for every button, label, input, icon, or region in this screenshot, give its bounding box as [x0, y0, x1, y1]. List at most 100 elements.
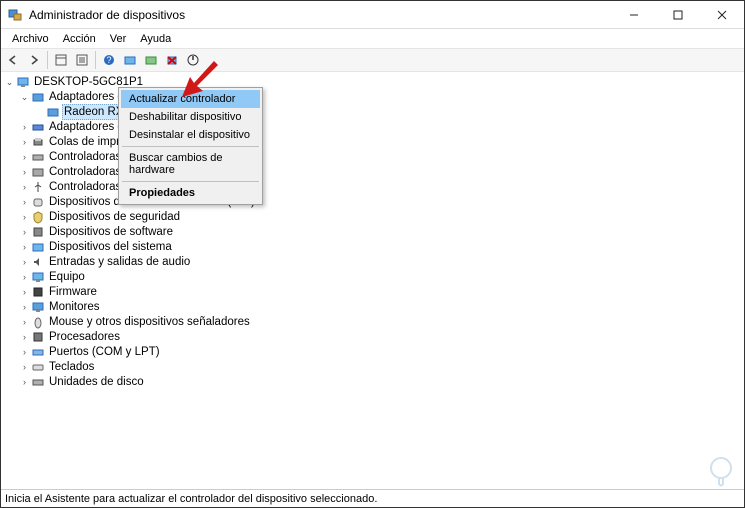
device-icon — [30, 269, 45, 284]
ctx-update-driver[interactable]: Actualizar controlador — [121, 90, 260, 108]
tree-item[interactable]: › Puertos (COM y LPT) — [4, 344, 744, 359]
tree-item-label: Puertos (COM y LPT) — [47, 345, 162, 359]
computer-icon — [15, 74, 30, 89]
expand-icon[interactable]: › — [19, 256, 30, 267]
tree-item-label: Dispositivos del sistema — [47, 240, 174, 254]
tree-item[interactable]: ›Controladoras d — [4, 179, 744, 194]
tree-item[interactable]: › Firmware — [4, 284, 744, 299]
tree-item-label: Firmware — [47, 285, 99, 299]
tree-item-label: Entradas y salidas de audio — [47, 255, 192, 269]
tree-item-label: Mouse y otros dispositivos señaladores — [47, 315, 252, 329]
device-icon — [30, 299, 45, 314]
tree-item[interactable]: › Mouse y otros dispositivos señaladores — [4, 314, 744, 329]
toolbar: ? — [1, 48, 744, 72]
device-icon — [30, 164, 45, 179]
expand-icon[interactable]: › — [19, 196, 30, 207]
ctx-properties[interactable]: Propiedades — [121, 184, 260, 202]
tree-item-radeon[interactable]: Radeon RX 5 — [4, 104, 744, 119]
tree-item[interactable]: ›Colas de impresi — [4, 134, 744, 149]
tree-item-label: Procesadores — [47, 330, 122, 344]
properties-button[interactable] — [72, 50, 92, 70]
menu-view[interactable]: Ver — [103, 31, 134, 47]
tree-item-label: Equipo — [47, 270, 87, 284]
expand-icon[interactable]: › — [19, 166, 30, 177]
expand-icon[interactable]: › — [19, 316, 30, 327]
tree-item[interactable]: › Procesadores — [4, 329, 744, 344]
window-title: Administrador de dispositivos — [29, 8, 612, 22]
expand-icon[interactable]: › — [19, 301, 30, 312]
expand-icon[interactable]: › — [19, 286, 30, 297]
tree-item[interactable]: › Entradas y salidas de audio — [4, 254, 744, 269]
expand-icon[interactable]: › — [19, 226, 30, 237]
show-hide-tree-button[interactable] — [51, 50, 71, 70]
expand-icon[interactable]: › — [19, 181, 30, 192]
tree-item-label: Dispositivos de seguridad — [47, 210, 182, 224]
device-icon — [30, 239, 45, 254]
tree-item[interactable]: › Unidades de disco — [4, 374, 744, 389]
tree-item-label: Teclados — [47, 360, 96, 374]
device-icon — [30, 329, 45, 344]
device-icon — [30, 134, 45, 149]
expand-icon[interactable]: › — [19, 151, 30, 162]
expand-icon[interactable]: › — [19, 331, 30, 342]
ctx-disable-device[interactable]: Deshabilitar dispositivo — [121, 108, 260, 126]
menu-file[interactable]: Archivo — [5, 31, 56, 47]
tree-root[interactable]: ⌄ DESKTOP-5GC81P1 — [4, 74, 744, 89]
tree-item[interactable]: ›Adaptadores de — [4, 119, 744, 134]
context-menu: Actualizar controlador Deshabilitar disp… — [118, 87, 263, 205]
tree-item[interactable]: › Equipo — [4, 269, 744, 284]
tree-item[interactable]: › Teclados — [4, 359, 744, 374]
menu-help[interactable]: Ayuda — [133, 31, 178, 47]
scan-hardware-button[interactable] — [120, 50, 140, 70]
uninstall-button[interactable] — [162, 50, 182, 70]
expand-icon[interactable]: › — [19, 346, 30, 357]
svg-text:?: ? — [106, 55, 111, 65]
tree-item[interactable]: ›Controladoras d — [4, 164, 744, 179]
tree-item-label: Monitores — [47, 300, 102, 314]
tree-item[interactable]: › Monitores — [4, 299, 744, 314]
tree-item-label: Dispositivos de software — [47, 225, 175, 239]
disable-button[interactable] — [183, 50, 203, 70]
expand-icon[interactable]: › — [19, 376, 30, 387]
close-button[interactable] — [700, 1, 744, 28]
forward-button[interactable] — [24, 50, 44, 70]
ctx-scan-hardware[interactable]: Buscar cambios de hardware — [121, 149, 260, 179]
tree-item-label: Unidades de disco — [47, 375, 146, 389]
tree-item[interactable]: › Dispositivos del sistema — [4, 239, 744, 254]
expand-icon[interactable]: ⌄ — [19, 91, 30, 102]
expand-icon[interactable]: ⌄ — [4, 76, 15, 87]
device-icon — [30, 344, 45, 359]
device-icon — [30, 374, 45, 389]
display-adapter-icon — [45, 104, 60, 119]
maximize-button[interactable] — [656, 1, 700, 28]
expand-icon[interactable]: › — [19, 121, 30, 132]
ctx-separator — [122, 146, 259, 147]
expand-icon[interactable]: › — [19, 241, 30, 252]
update-driver-button[interactable] — [141, 50, 161, 70]
tree-item[interactable]: ›Controladoras A — [4, 149, 744, 164]
ctx-uninstall-device[interactable]: Desinstalar el dispositivo — [121, 126, 260, 144]
tree-item-display-adapters[interactable]: ⌄ Adaptadores de pantalla — [4, 89, 744, 104]
help-button[interactable]: ? — [99, 50, 119, 70]
expand-icon[interactable]: › — [19, 136, 30, 147]
ctx-separator — [122, 181, 259, 182]
expand-icon[interactable]: › — [19, 211, 30, 222]
status-text: Inicia el Asistente para actualizar el c… — [5, 493, 377, 505]
back-button[interactable] — [3, 50, 23, 70]
status-bar: Inicia el Asistente para actualizar el c… — [1, 489, 744, 507]
device-icon — [30, 119, 45, 134]
device-icon — [30, 149, 45, 164]
device-icon — [30, 179, 45, 194]
menu-action[interactable]: Acción — [56, 31, 103, 47]
device-icon — [30, 359, 45, 374]
tree-item[interactable]: › Dispositivos de seguridad — [4, 209, 744, 224]
minimize-button[interactable] — [612, 1, 656, 28]
device-tree: ⌄ DESKTOP-5GC81P1 ⌄ Adaptadores de panta… — [1, 72, 744, 389]
display-adapter-icon — [30, 89, 45, 104]
tree-item[interactable]: ›Dispositivos de interfaz de usuario (HI… — [4, 194, 744, 209]
device-icon — [30, 194, 45, 209]
expand-icon[interactable]: › — [19, 271, 30, 282]
expand-icon[interactable]: › — [19, 361, 30, 372]
device-icon — [30, 314, 45, 329]
tree-item[interactable]: › Dispositivos de software — [4, 224, 744, 239]
